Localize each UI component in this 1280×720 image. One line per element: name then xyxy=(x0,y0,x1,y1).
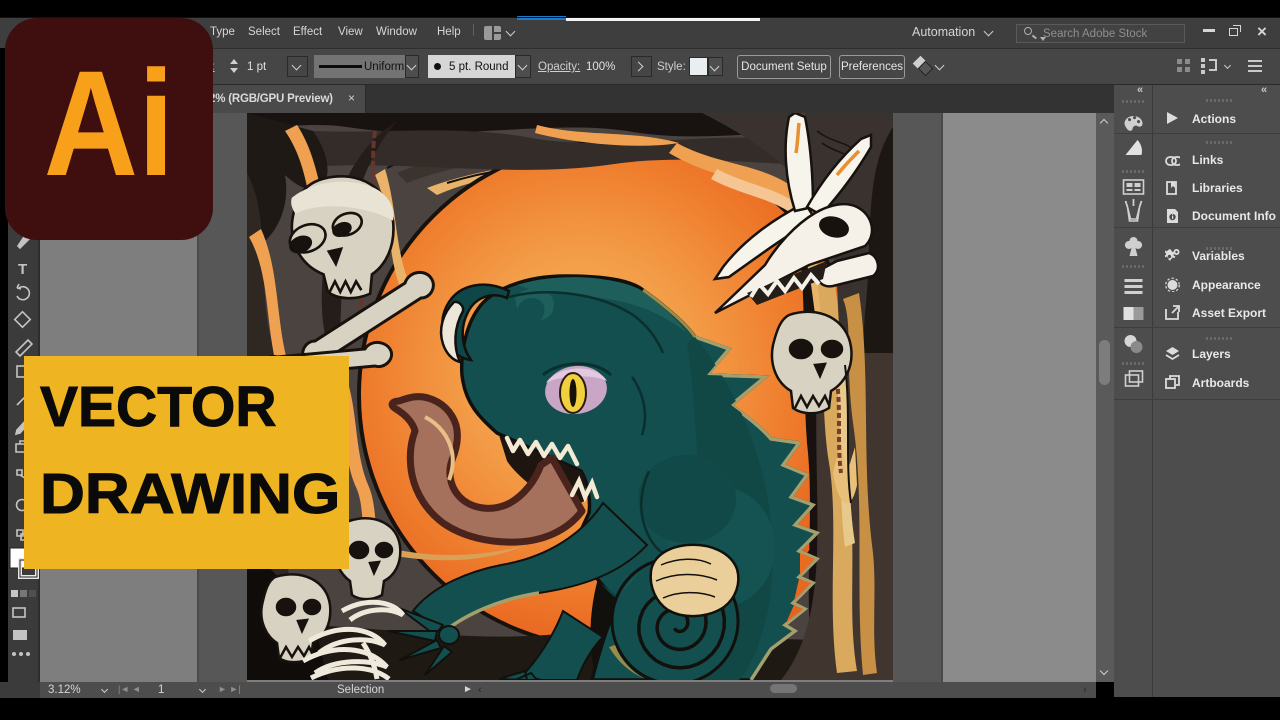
svg-text:T: T xyxy=(18,261,27,278)
